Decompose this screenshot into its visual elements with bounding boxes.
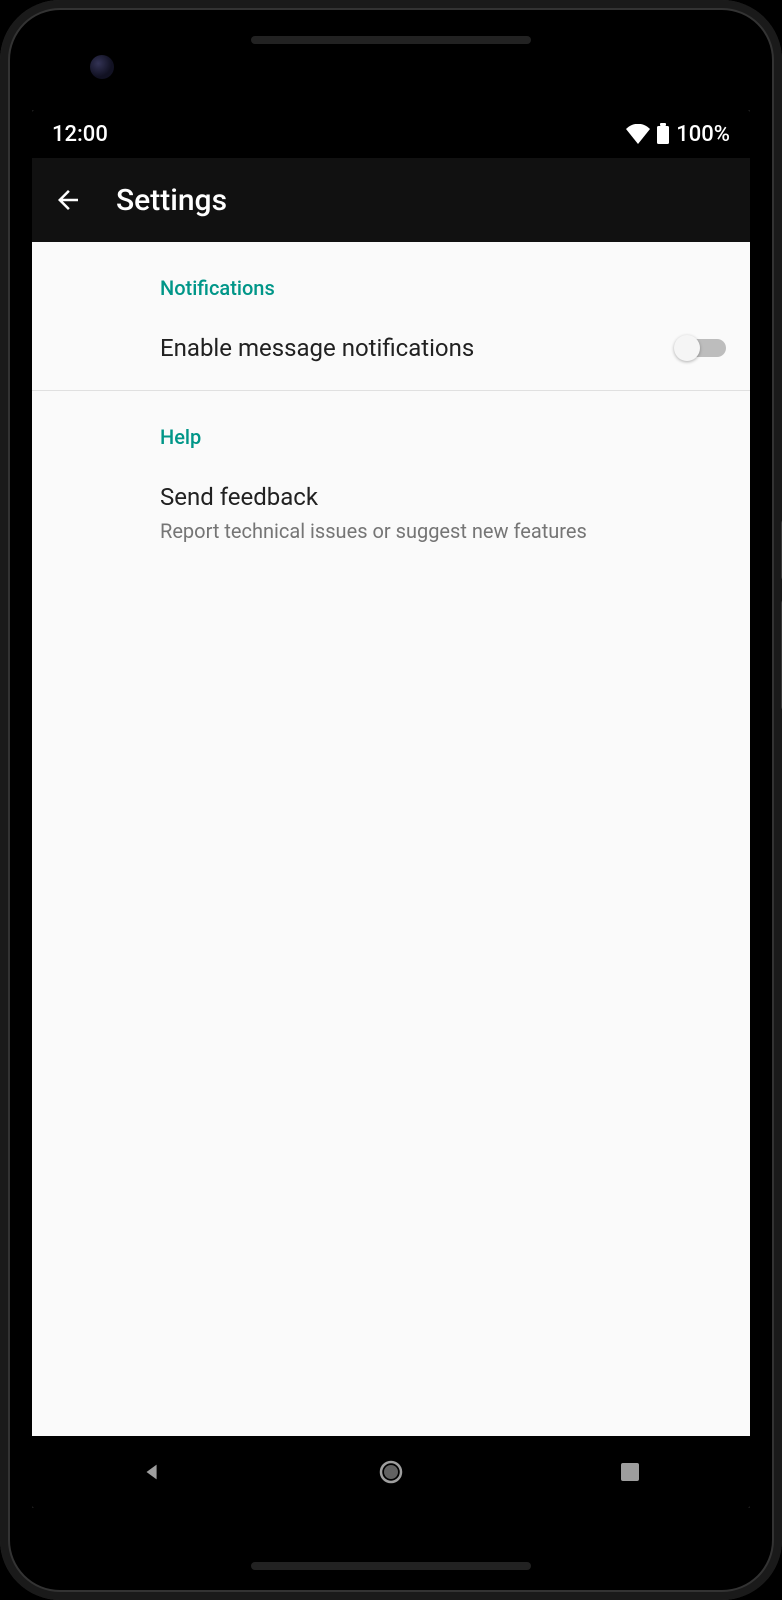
status-icons: 100%: [626, 122, 730, 147]
front-camera: [90, 55, 114, 79]
battery-icon: [656, 123, 670, 145]
page-title: Settings: [116, 183, 227, 218]
nav-back-button[interactable]: [112, 1448, 192, 1496]
speaker-bottom: [251, 1562, 531, 1570]
settings-content: Notifications Enable message notificatio…: [32, 242, 750, 570]
navigation-bar: [32, 1436, 750, 1508]
send-feedback-title: Send feedback: [160, 481, 726, 513]
nav-recents-button[interactable]: [590, 1448, 670, 1496]
triangle-back-icon: [141, 1461, 163, 1483]
switch-thumb: [674, 335, 700, 361]
row-send-feedback[interactable]: Send feedback Report technical issues or…: [160, 463, 726, 569]
battery-percent: 100%: [676, 122, 730, 147]
enable-notifications-switch[interactable]: [674, 333, 726, 363]
enable-notifications-label: Enable message notifications: [160, 332, 674, 364]
screen: 12:00 100% Settings Notifications: [32, 110, 750, 1508]
section-notifications: Notifications Enable message notificatio…: [32, 242, 750, 390]
row-enable-notifications[interactable]: Enable message notifications: [160, 314, 726, 390]
status-bar: 12:00 100%: [32, 110, 750, 158]
section-header-notifications: Notifications: [160, 242, 726, 314]
phone-frame: 12:00 100% Settings Notifications: [0, 0, 782, 1600]
app-bar: Settings: [32, 158, 750, 242]
back-button[interactable]: [48, 180, 88, 220]
nav-home-button[interactable]: [351, 1448, 431, 1496]
wifi-icon: [626, 124, 650, 144]
circle-home-icon: [378, 1459, 404, 1485]
arrow-left-icon: [53, 185, 83, 215]
send-feedback-subtitle: Report technical issues or suggest new f…: [160, 518, 726, 544]
section-help: Help Send feedback Report technical issu…: [32, 391, 750, 569]
status-time: 12:00: [52, 122, 108, 147]
section-header-help: Help: [160, 391, 726, 463]
square-recents-icon: [620, 1462, 640, 1482]
speaker-top: [251, 36, 531, 44]
